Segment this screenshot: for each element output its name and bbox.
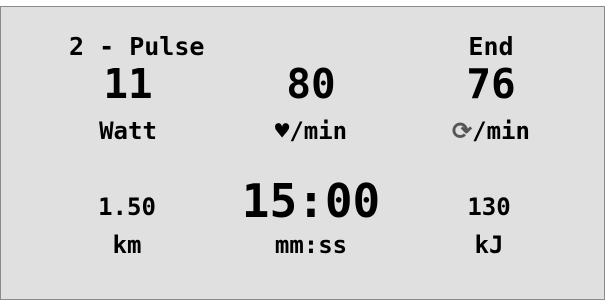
- rotation-icon: ⟳: [452, 117, 473, 145]
- cadence-unit: ⟳/min: [452, 119, 530, 143]
- cadence-unit-suffix: /min: [472, 117, 530, 145]
- cadence-value: 76: [466, 60, 516, 108]
- energy-unit: kJ: [474, 231, 504, 259]
- distance-unit: km: [112, 231, 142, 259]
- pulse-value: 80: [286, 60, 336, 108]
- distance-value: 1.50: [98, 193, 156, 221]
- end-label: End: [468, 32, 514, 61]
- heart-icon: ♥: [274, 117, 290, 145]
- training-display: 2 - Pulse End 11 80 76 Watt ♥/min ⟳/min …: [0, 6, 605, 300]
- pulse-unit-suffix: /min: [289, 117, 348, 145]
- energy-value: 130: [467, 193, 511, 221]
- program-label: 2 - Pulse: [69, 32, 205, 61]
- power-unit: Watt: [99, 117, 157, 145]
- pulse-unit: ♥/min: [275, 119, 347, 143]
- time-value: 15:00: [241, 174, 381, 228]
- power-value: 11: [103, 60, 153, 108]
- time-unit: mm:ss: [274, 231, 348, 259]
